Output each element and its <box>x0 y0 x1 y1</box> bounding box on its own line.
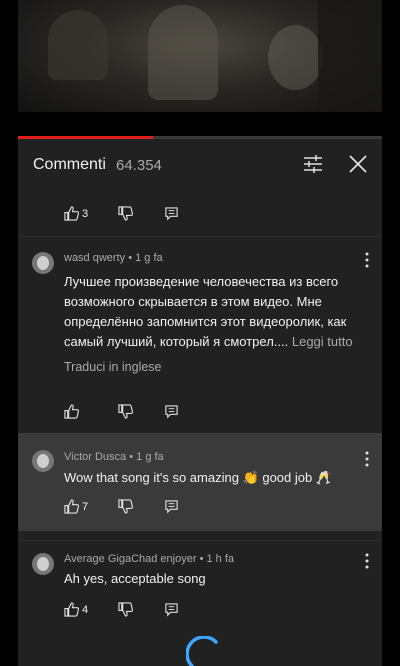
comment-author[interactable]: Victor Dusca <box>64 451 126 463</box>
like-count: 3 <box>82 208 89 220</box>
comment-time: 1 g fa <box>136 451 164 463</box>
reply-icon <box>165 603 178 617</box>
dislike-button[interactable] <box>118 602 134 620</box>
comment-actions: 3 <box>64 206 194 224</box>
comment-meta: Average GigaChad enjoyer • 1 h fa <box>64 553 234 565</box>
dislike-button[interactable] <box>118 404 134 422</box>
comment-item-highlighted: Victor Dusca • 1 g fa Wow that song it's… <box>18 433 382 531</box>
reply-button[interactable] <box>164 602 179 620</box>
comment-meta: Victor Dusca • 1 g fa <box>64 451 164 463</box>
sort-icon <box>304 155 322 173</box>
thumb-down-icon <box>118 206 134 221</box>
more-vert-icon[interactable] <box>364 251 370 269</box>
comment-item: 3 <box>18 191 382 236</box>
close-button[interactable] <box>346 152 370 176</box>
close-icon <box>349 155 367 173</box>
dislike-button[interactable] <box>118 206 134 224</box>
comment-author[interactable]: wasd qwerty <box>64 252 125 264</box>
reply-button[interactable] <box>164 499 179 517</box>
comments-count: 64.354 <box>116 157 162 174</box>
thumb-up-icon <box>64 499 80 514</box>
comment-text: Лучшее произведение человечества из всег… <box>64 272 362 352</box>
thumb-up-icon <box>64 602 80 617</box>
dislike-button[interactable] <box>118 499 134 517</box>
comment-item: Average GigaChad enjoyer • 1 h fa Ah yes… <box>18 540 382 635</box>
more-vert-icon[interactable] <box>364 450 370 468</box>
reply-button[interactable] <box>164 404 179 422</box>
thumb-down-icon <box>118 404 134 419</box>
video-frame-shadow <box>318 0 382 112</box>
reply-icon <box>165 405 178 419</box>
read-more-link[interactable]: Leggi tutto <box>292 334 353 349</box>
like-button[interactable]: 7 <box>64 499 88 517</box>
comment-time: 1 g fa <box>135 252 163 264</box>
thumb-down-icon <box>118 499 134 514</box>
comment-actions: 4 <box>64 602 194 620</box>
avatar[interactable] <box>32 553 54 575</box>
video-frame-figure <box>148 5 218 100</box>
thumb-up-icon <box>64 206 80 221</box>
like-count: 7 <box>82 501 89 513</box>
comments-header: Commenti 64.354 <box>18 139 382 189</box>
comment-actions <box>64 404 194 422</box>
comment-meta: wasd qwerty • 1 g fa <box>64 252 163 264</box>
translate-link[interactable]: Traduci in inglese <box>64 360 162 374</box>
reply-icon <box>165 207 178 221</box>
sort-button[interactable] <box>302 153 324 175</box>
thumb-up-icon <box>64 404 80 419</box>
comment-author[interactable]: Average GigaChad enjoyer <box>64 553 197 565</box>
like-count: 4 <box>82 604 89 616</box>
comment-time: 1 h fa <box>206 553 235 565</box>
more-vert-icon[interactable] <box>364 552 370 570</box>
loading-spinner <box>185 635 222 666</box>
comments-panel: Commenti 64.354 3 wasd qwerty • 1 g fa Л… <box>18 136 382 666</box>
like-button[interactable]: 3 <box>64 206 88 224</box>
comment-text: Ah yes, acceptable song <box>64 571 206 586</box>
video-frame-figure <box>268 25 323 90</box>
avatar[interactable] <box>32 450 54 472</box>
like-button[interactable] <box>64 404 80 422</box>
comment-text: Wow that song it's so amazing 👏 good job… <box>64 470 333 485</box>
comment-actions: 7 <box>64 499 194 517</box>
thumb-down-icon <box>118 602 134 617</box>
video-frame-figure <box>48 10 108 80</box>
comments-title: Commenti <box>33 156 106 173</box>
video-player[interactable] <box>18 0 382 112</box>
like-button[interactable]: 4 <box>64 602 88 620</box>
avatar[interactable] <box>32 252 54 274</box>
reply-icon <box>165 500 178 514</box>
comment-item: wasd qwerty • 1 g fa Лучшее произведение… <box>18 236 382 433</box>
reply-button[interactable] <box>164 206 179 224</box>
